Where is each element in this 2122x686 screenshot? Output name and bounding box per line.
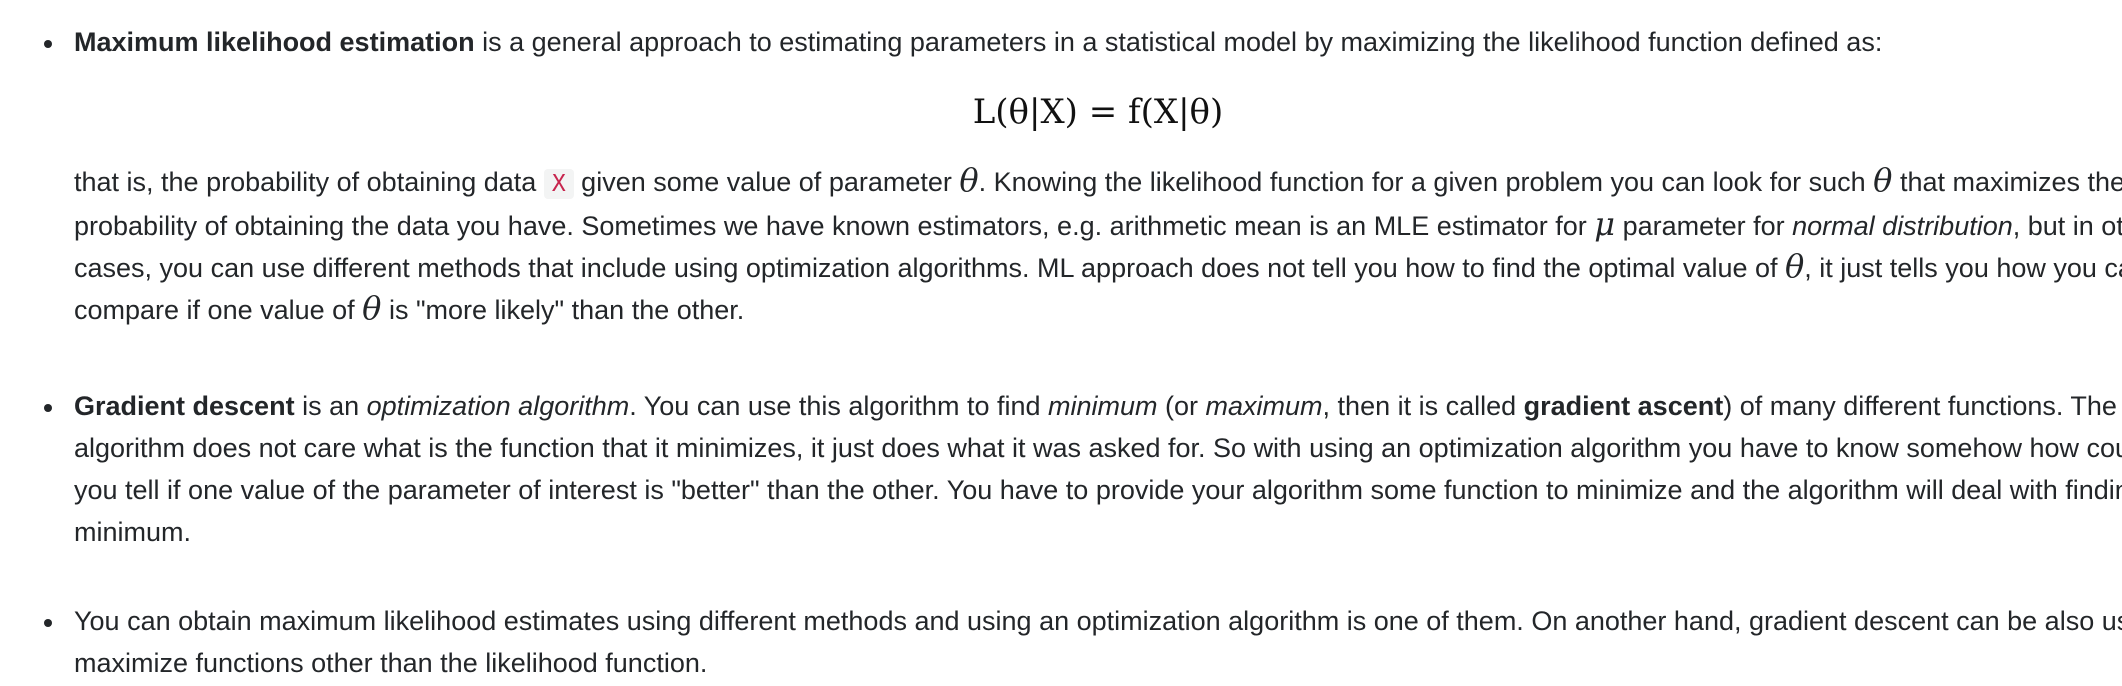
gd-text-2: . You can use this algorithm to find [629, 391, 1048, 421]
summary-text: You can obtain maximum likelihood estima… [74, 606, 2122, 678]
likelihood-equation: L(θ|X) = f(X|θ) [972, 92, 1224, 132]
normal-distribution-term: normal distribution [1792, 211, 2013, 241]
answer-body: Maximum likelihood estimation is a gener… [0, 0, 2122, 686]
mle-text-5: parameter for [1615, 211, 1793, 241]
theta-symbol: θ [959, 161, 979, 199]
list-item-mle: Maximum likelihood estimation is a gener… [0, 21, 2122, 331]
mu-symbol: μ [1594, 205, 1616, 243]
mle-text-1: that is, the probability of obtaining da… [74, 167, 544, 197]
mle-text-2: given some value of parameter [573, 167, 960, 197]
gd-text-3: (or [1157, 391, 1206, 421]
mle-term: Maximum likelihood estimation [74, 27, 475, 57]
mle-explanation: that is, the probability of obtaining da… [74, 161, 2122, 331]
minimum-term: minimum [1048, 391, 1158, 421]
gd-text-1: is an [294, 391, 367, 421]
mle-text-3: . Knowing the likelihood function for a … [978, 167, 1874, 197]
gradient-ascent-term: gradient ascent [1523, 391, 1724, 421]
data-code: X [543, 169, 574, 199]
optimization-algorithm-term: optimization algorithm [366, 391, 630, 421]
list-item-gradient-descent: Gradient descent is an optimization algo… [0, 385, 2122, 553]
theta-symbol: θ [1785, 247, 1805, 285]
mle-intro: is a general approach to estimating para… [474, 27, 1883, 57]
theta-symbol: θ [362, 289, 382, 327]
list-item-summary: You can obtain maximum likelihood estima… [0, 600, 2122, 684]
maximum-term: maximum [1205, 391, 1323, 421]
mle-text-8: is "more likely" than the other. [381, 295, 745, 325]
gradient-descent-term: Gradient descent [74, 391, 295, 421]
gd-text-4: , then it is called [1322, 391, 1524, 421]
theta-symbol: θ [1873, 161, 1893, 199]
